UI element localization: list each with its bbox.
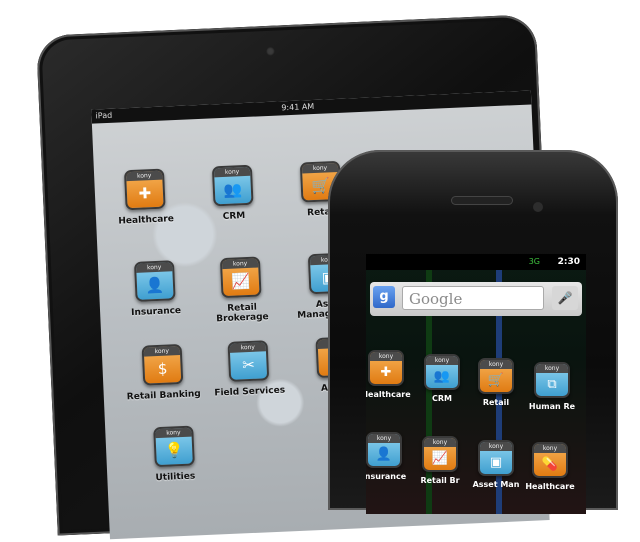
phone-app-healthcare-2[interactable]: kony 💊 Healthcare: [520, 442, 580, 491]
healthcare-icon: kony ✚: [368, 350, 404, 386]
app-label: Healthcare: [525, 482, 575, 491]
app-label: Retail Brokerage: [216, 302, 269, 325]
kony-logo-icon: kony: [229, 342, 266, 353]
app-label: Healthcare: [118, 214, 175, 227]
crm-icon: kony 👥: [211, 164, 254, 207]
chart-icon: kony 📈: [422, 436, 458, 472]
app-field-services[interactable]: kony ✂ Field Services: [208, 339, 290, 399]
kony-logo-icon: kony: [426, 356, 458, 365]
carrier-label: iPad: [95, 110, 113, 121]
app-label: Utilities: [155, 471, 196, 484]
kony-logo-icon: kony: [368, 434, 400, 443]
kony-logo-icon: kony: [480, 360, 512, 369]
kony-logo-icon: kony: [155, 427, 192, 439]
app-label: Asset Man: [472, 480, 520, 489]
phone-status-bar: 3G 2:30: [366, 254, 586, 270]
microphone-icon[interactable]: 🎤: [552, 286, 578, 310]
kony-logo-icon: kony: [136, 262, 173, 273]
tools-icon: kony ✂: [227, 340, 270, 382]
app-label: Retail Br: [420, 476, 460, 485]
app-label: CRM: [222, 211, 246, 223]
insurance-icon: kony 👤: [366, 432, 402, 468]
phone-app-healthcare[interactable]: kony ✚ Healthcare: [366, 350, 416, 399]
money-icon: kony $: [141, 343, 184, 386]
phone-app-retail[interactable]: kony 🛒 Retail: [466, 358, 526, 407]
chart-icon: kony 📈: [219, 256, 262, 299]
kony-logo-icon: kony: [370, 352, 402, 361]
kony-logo-icon: kony: [301, 162, 339, 174]
phone-camera: [533, 202, 543, 212]
insurance-icon: kony 👤: [133, 260, 176, 302]
org-chart-icon: kony ⧉: [534, 362, 570, 398]
kony-logo-icon: kony: [143, 346, 181, 357]
phone-app-insurance[interactable]: kony 👤 Insurance: [366, 432, 414, 481]
app-healthcare[interactable]: kony ✚ Healthcare: [104, 168, 186, 227]
phone-app-crm[interactable]: kony 👥 CRM: [412, 354, 472, 403]
app-label: Human Re: [528, 402, 576, 411]
network-indicator: 3G: [528, 257, 540, 266]
healthcare-icon: kony ✚: [123, 168, 166, 211]
phone-device: 3G 2:30 g Google 🎤 kony ✚ Healthcare kony…: [328, 150, 618, 514]
tablet-camera: [265, 46, 276, 56]
phone-app-human-resources[interactable]: kony ⧉ Human Re: [522, 362, 582, 411]
phone-app-retail-brokerage[interactable]: kony 📈 Retail Br: [410, 436, 470, 485]
tablet-status-bar: iPad 9:41 AM: [91, 90, 532, 124]
phone-earpiece: [451, 196, 513, 205]
phone-screen: 3G 2:30 g Google 🎤 kony ✚ Healthcare kony…: [366, 254, 586, 514]
asset-icon: kony▣: [478, 440, 514, 476]
kony-logo-icon: kony: [221, 258, 259, 270]
status-clock: 2:30: [557, 257, 580, 267]
kony-logo-icon: kony: [213, 166, 251, 178]
app-retail-banking[interactable]: kony $ Retail Banking: [122, 343, 204, 402]
app-label: CRM: [432, 394, 452, 403]
app-label: Retail Banking: [126, 389, 201, 403]
app-insurance[interactable]: kony 👤 Insurance: [114, 259, 196, 318]
google-logo-icon[interactable]: g: [373, 286, 395, 308]
app-utilities[interactable]: kony 💡 Utilities: [133, 425, 215, 484]
kony-logo-icon: kony: [480, 442, 512, 451]
crm-icon: kony 👥: [424, 354, 460, 390]
kony-logo-icon: kony: [534, 444, 566, 453]
app-label: Field Services: [214, 385, 286, 399]
app-label: Retail: [482, 398, 510, 407]
kony-logo-icon: kony: [126, 170, 163, 182]
status-clock: 9:41 AM: [281, 101, 315, 113]
phone-app-asset-management[interactable]: kony ▣ Asset Man: [466, 440, 526, 489]
google-search-widget[interactable]: g Google 🎤: [370, 282, 582, 316]
app-label: Insurance: [366, 472, 407, 481]
search-input[interactable]: Google: [402, 286, 544, 310]
app-label: Healthcare: [366, 390, 411, 399]
kony-logo-icon: kony: [424, 438, 456, 447]
cart-icon: kony 🛒: [478, 358, 514, 394]
bulb-icon: kony 💡: [153, 425, 195, 468]
kony-logo-icon: kony: [536, 364, 568, 373]
app-crm[interactable]: kony 👥 CRM: [192, 164, 274, 223]
app-label: Insurance: [131, 305, 182, 319]
pills-icon: kony 💊: [532, 442, 568, 478]
app-retail-brokerage[interactable]: kony 📈 Retail Brokerage: [200, 256, 283, 325]
